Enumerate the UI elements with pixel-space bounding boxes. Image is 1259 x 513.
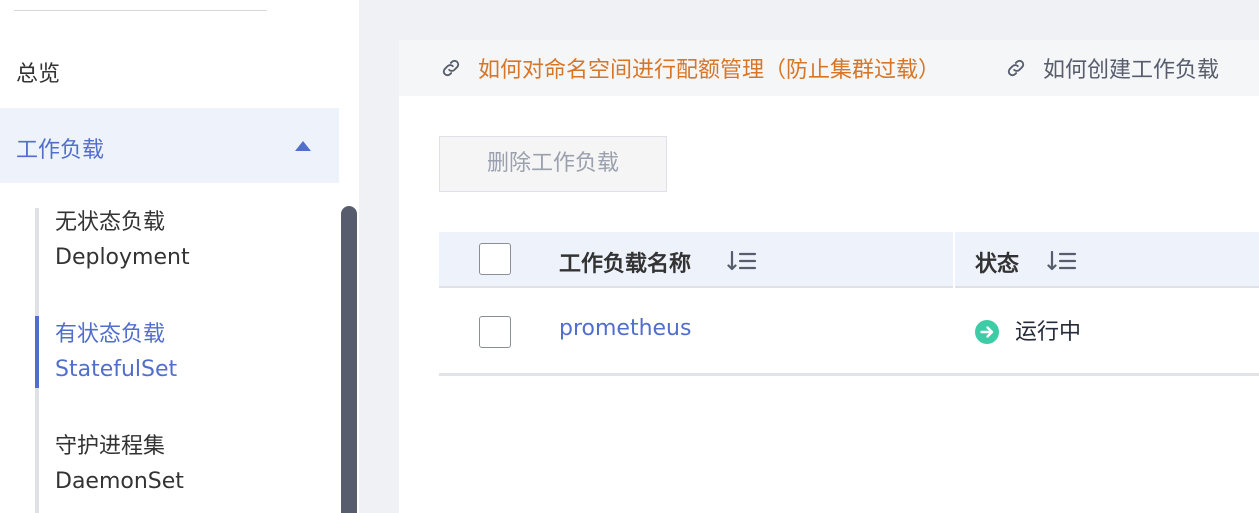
tip-link-create-workload[interactable]: 如何创建工作负载 [1005, 40, 1219, 96]
sort-icon[interactable] [727, 249, 757, 273]
column-header-name[interactable]: 工作负载名称 [559, 246, 691, 278]
link-icon [1007, 59, 1025, 77]
sidebar: 总览 工作负载 无状态负载 Deployment 有状态负载 StatefulS… [0, 0, 359, 513]
table-row: prometheus 运行中 [439, 288, 1259, 376]
nav-item-deployment-label-cn: 无状态负载 [55, 210, 166, 235]
caret-up-icon[interactable] [295, 141, 311, 151]
tip-link-quota-text: 如何对命名空间进行配额管理（防止集群过载） [478, 58, 941, 83]
nav-item-statefulset[interactable]: 有状态负载 StatefulSet [55, 317, 177, 387]
row-checkbox[interactable] [479, 316, 511, 348]
nav-item-deployment[interactable]: 无状态负载 Deployment [55, 205, 190, 275]
link-icon [442, 59, 460, 77]
nav-item-daemonset-label-cn: 守护进程集 [55, 434, 166, 459]
column-header-status[interactable]: 状态 [975, 246, 1019, 278]
tips-bar: 如何对命名空间进行配额管理（防止集群过载） 如何创建工作负载 [399, 40, 1259, 96]
column-separator [953, 232, 955, 288]
tip-link-create-workload-text: 如何创建工作负载 [1043, 58, 1220, 83]
submenu-active-indicator [35, 316, 39, 388]
nav-item-workload-label: 工作负载 [16, 138, 105, 163]
sort-icon[interactable] [1047, 249, 1077, 273]
select-all-checkbox[interactable] [479, 243, 511, 275]
sidebar-divider [14, 10, 267, 11]
nav-item-daemonset-label-en: DaemonSet [55, 469, 184, 494]
status-text: 运行中 [1015, 320, 1082, 345]
delete-workload-button[interactable]: 删除工作负载 [439, 136, 667, 192]
table-header: 工作负载名称 状态 [439, 232, 1259, 288]
workload-name-link[interactable]: prometheus [559, 316, 691, 341]
nav-item-workload[interactable]: 工作负载 [0, 108, 339, 183]
nav-item-deployment-label-en: Deployment [55, 245, 190, 270]
nav-item-statefulset-label-en: StatefulSet [55, 357, 178, 382]
status-running-icon [975, 320, 999, 344]
nav-item-daemonset[interactable]: 守护进程集 DaemonSet [55, 429, 184, 499]
nav-item-statefulset-label-cn: 有状态负载 [55, 322, 166, 347]
main-card: 删除工作负载 工作负载名称 状态 prometheus 运行中 [399, 96, 1259, 513]
tip-link-quota[interactable]: 如何对命名空间进行配额管理（防止集群过载） [440, 40, 940, 96]
sidebar-scrollbar[interactable] [341, 206, 357, 513]
nav-item-overview[interactable]: 总览 [16, 56, 60, 88]
